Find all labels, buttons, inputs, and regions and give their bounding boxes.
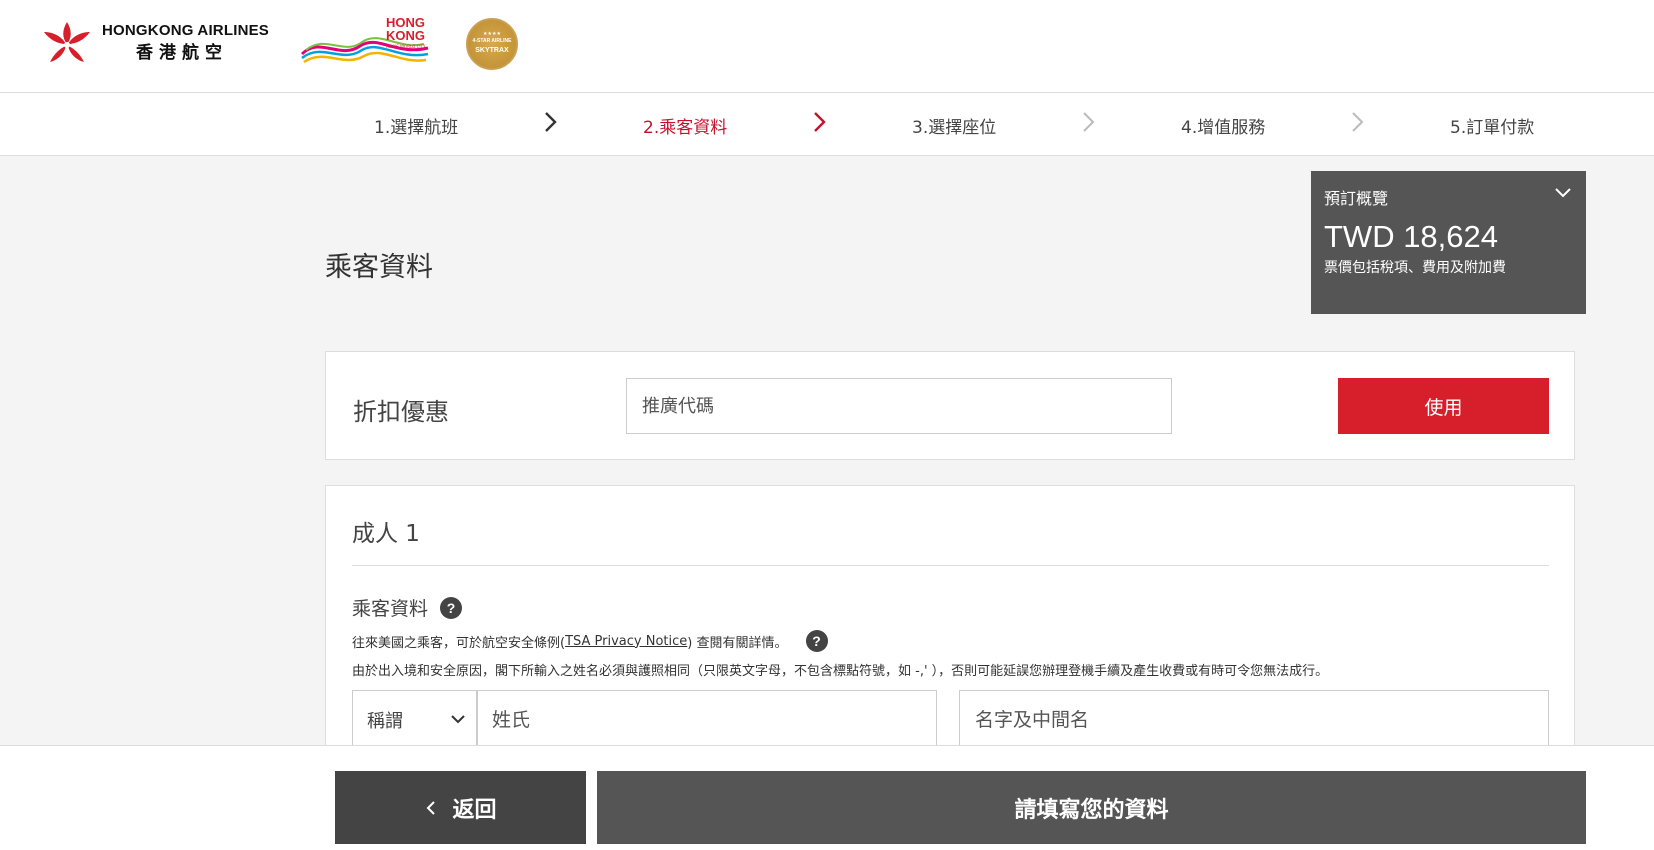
- chevron-right-icon: [1351, 111, 1365, 139]
- chevron-right-icon: [1082, 111, 1096, 139]
- tsa-note-suffix: ) 查閱有關詳情。: [687, 635, 788, 651]
- apply-promo-button[interactable]: 使用: [1338, 378, 1549, 434]
- step-passenger-info[interactable]: 2.乘客資料: [643, 113, 727, 138]
- passenger-info-label: 乘客資料: [352, 598, 429, 620]
- brand-kong-text: KONG: [386, 28, 425, 43]
- step-select-seat[interactable]: 3.選擇座位: [912, 113, 996, 138]
- passenger-info-heading: 乘客資料 ?: [352, 594, 463, 621]
- fill-info-button[interactable]: 請填寫您的資料: [597, 771, 1586, 844]
- brand-hongkong-logo: HONG KONG ASIA'S WORLD CITY: [300, 16, 434, 68]
- booking-steps: 1.選擇航班 2.乘客資料 3.選擇座位 4.增值服務 5.訂單付款: [0, 93, 1654, 156]
- booking-summary-panel[interactable]: 預訂概覽 TWD 18,624 票價包括稅項、費用及附加費: [1311, 171, 1586, 314]
- hongkong-airlines-logo[interactable]: HONGKONG AIRLINES 香港航空: [40, 18, 269, 68]
- step-value-added-services[interactable]: 4.增值服務: [1181, 113, 1265, 138]
- passenger-section: 成人 1 乘客資料 ? 往來美國之乘客，可於航空安全條例(TSA Privacy…: [325, 485, 1575, 785]
- salutation-value: 稱謂: [367, 711, 403, 732]
- back-button-label: 返回: [452, 797, 497, 823]
- chevron-right-icon: [813, 111, 827, 139]
- promo-code-input[interactable]: [626, 378, 1172, 434]
- logo-chinese-text: 香港航空: [136, 42, 228, 63]
- brand-tagline: ASIA'S WORLD CITY: [386, 44, 426, 49]
- chevron-left-icon: [427, 800, 436, 815]
- step-select-flight[interactable]: 1.選擇航班: [374, 113, 458, 138]
- site-header: HONGKONG AIRLINES 香港航空 HONG KONG ASIA'S …: [0, 0, 1654, 93]
- skytrax-stars: ★★★★: [483, 31, 501, 37]
- page-title: 乘客資料: [325, 252, 433, 283]
- salutation-select[interactable]: 稱謂: [352, 690, 477, 750]
- chevron-down-icon[interactable]: [1554, 184, 1572, 202]
- back-button[interactable]: 返回: [335, 771, 586, 844]
- skytrax-name-text: SKYTRAX: [475, 47, 509, 54]
- bauhinia-logo-icon: [44, 22, 90, 62]
- summary-title: 預訂概覽: [1324, 189, 1389, 208]
- name-requirement-note: 由於出入境和安全原因，閣下所輸入之姓名必須與護照相同（只限英文字母，不包含標點符…: [352, 664, 1329, 679]
- given-name-input[interactable]: [959, 690, 1549, 750]
- logo-english-text: HONGKONG AIRLINES: [102, 22, 270, 40]
- chevron-right-icon: [544, 111, 558, 139]
- step-payment[interactable]: 5.訂單付款: [1450, 113, 1534, 138]
- summary-total-price: TWD 18,624: [1324, 219, 1499, 254]
- summary-price-note: 票價包括稅項、費用及附加費: [1324, 260, 1506, 276]
- section-divider: [352, 565, 1549, 566]
- discount-label: 折扣優惠: [353, 398, 449, 426]
- discount-section: 折扣優惠 使用: [325, 351, 1575, 460]
- skytrax-rating-text: 4-STAR AIRLINE: [472, 38, 512, 44]
- tsa-note: 往來美國之乘客，可於航空安全條例(TSA Privacy Notice) 查閱有…: [352, 630, 828, 652]
- help-icon[interactable]: ?: [440, 596, 463, 619]
- chevron-down-icon: [451, 715, 465, 724]
- skytrax-badge: ★★★★ 4-STAR AIRLINE SKYTRAX: [466, 18, 518, 70]
- passenger-title: 成人 1: [352, 521, 420, 547]
- footer-action-bar: 返回 請填寫您的資料: [0, 745, 1654, 850]
- tsa-note-prefix: 往來美國之乘客，可於航空安全條例(: [352, 635, 566, 651]
- tsa-privacy-link[interactable]: TSA Privacy Notice: [565, 634, 687, 649]
- help-icon[interactable]: ?: [805, 630, 828, 652]
- surname-input[interactable]: [477, 690, 937, 750]
